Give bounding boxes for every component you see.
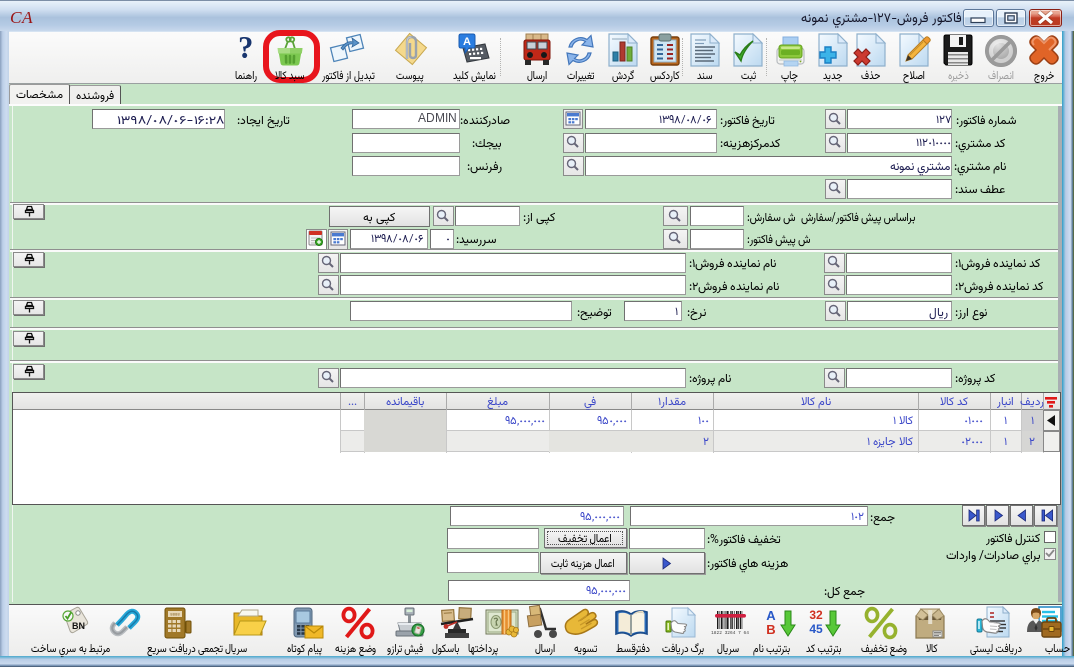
svg-text:B: B (766, 622, 775, 637)
svg-text:1822 3264 7 64: 1822 3264 7 64 (711, 630, 749, 636)
svg-text:45: 45 (809, 622, 823, 636)
svg-text:BN: BN (72, 621, 85, 631)
svg-text:A: A (766, 608, 776, 623)
svg-text:32: 32 (809, 608, 823, 622)
svg-text:A: A (463, 36, 471, 48)
svg-text:8888: 8888 (170, 614, 180, 618)
